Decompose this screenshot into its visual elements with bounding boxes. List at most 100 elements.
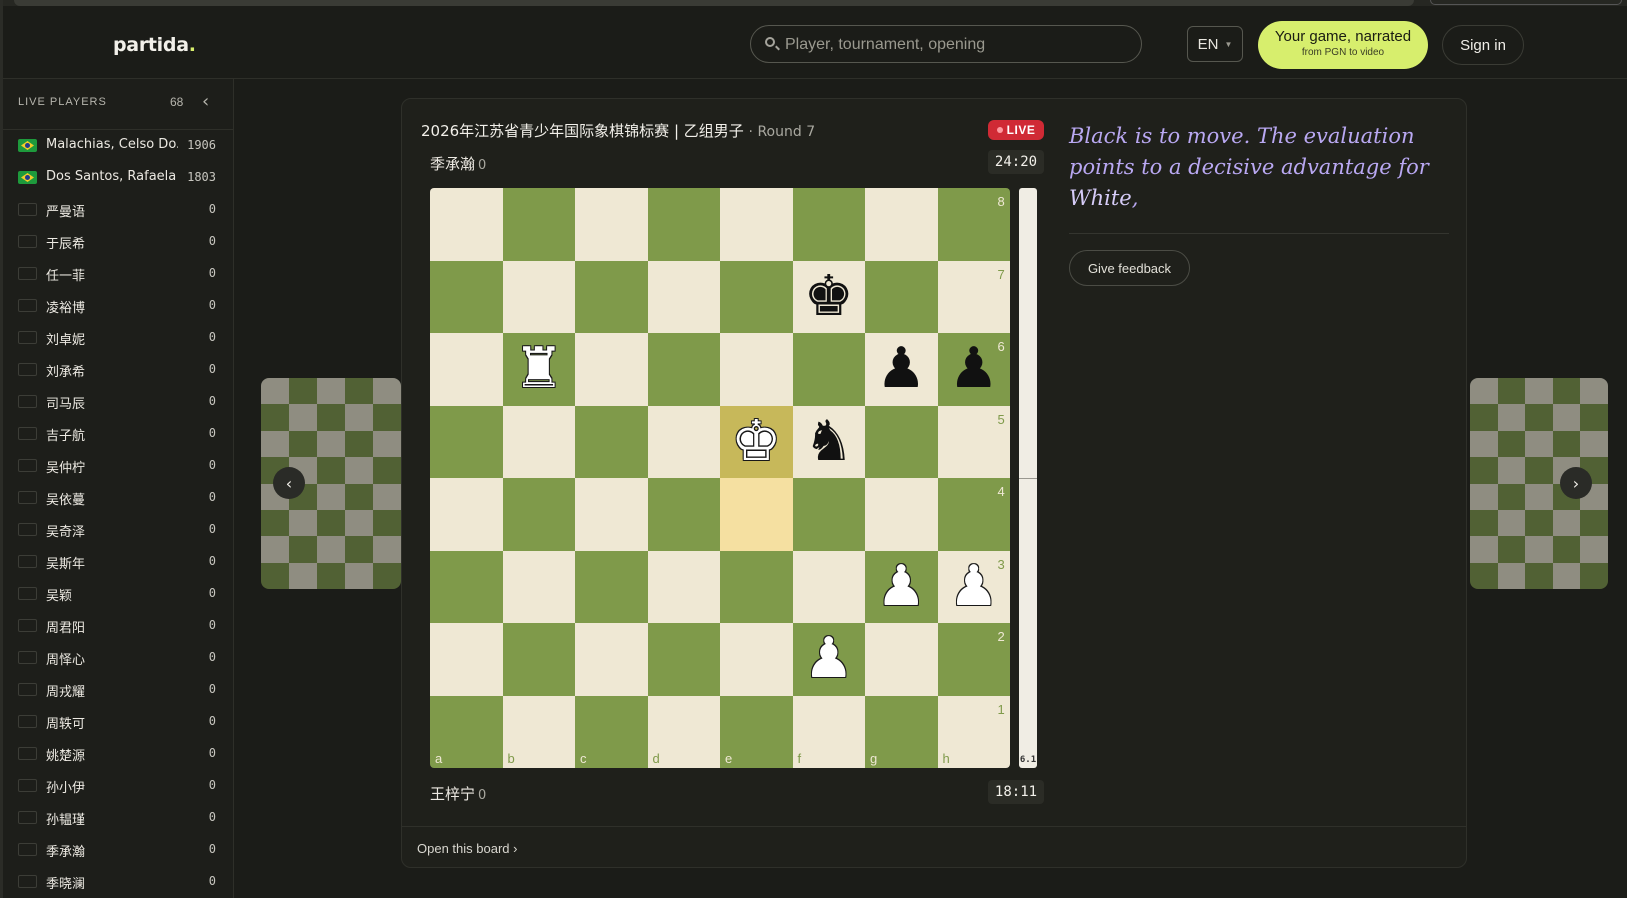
- previous-board-button[interactable]: ‹: [273, 467, 305, 499]
- board-square[interactable]: [575, 478, 648, 551]
- player-list-item[interactable]: Malachias, Celso Do... 1906: [3, 130, 233, 162]
- board-square[interactable]: [502, 550, 575, 623]
- narrate-button[interactable]: Your game, narrated from PGN to video: [1258, 21, 1428, 69]
- white-pawn-icon[interactable]: ♟: [938, 551, 1011, 624]
- board-square[interactable]: [647, 478, 720, 551]
- board-square[interactable]: [865, 623, 938, 696]
- board-square[interactable]: [430, 405, 503, 478]
- board-square[interactable]: [575, 333, 648, 406]
- board-square[interactable]: [502, 188, 575, 261]
- player-list-item[interactable]: 司马辰 0: [3, 386, 233, 418]
- board-square[interactable]: [575, 623, 648, 696]
- player-list-item[interactable]: 刘卓妮 0: [3, 322, 233, 354]
- player-list-item[interactable]: 任一菲 0: [3, 258, 233, 290]
- language-select[interactable]: EN ▼: [1187, 26, 1243, 62]
- board-square[interactable]: [502, 478, 575, 551]
- top-player[interactable]: 季承瀚 0: [430, 153, 486, 174]
- board-square[interactable]: [792, 550, 865, 623]
- chess-board[interactable]: 87654321abcdefgh♚♜♟♟♚♞♟♟♟🔇: [430, 188, 1010, 768]
- player-list-item[interactable]: 周戎耀 0: [3, 674, 233, 706]
- board-square[interactable]: [575, 550, 648, 623]
- player-list-item[interactable]: 吉子航 0: [3, 418, 233, 450]
- open-board-link[interactable]: Open this board ›: [417, 841, 517, 856]
- board-square[interactable]: [575, 188, 648, 261]
- bottom-player[interactable]: 王梓宁 0: [430, 783, 486, 804]
- board-square[interactable]: [720, 550, 793, 623]
- black-king-icon[interactable]: ♚: [793, 261, 866, 334]
- board-square[interactable]: [720, 478, 793, 551]
- player-list-item[interactable]: Dos Santos, Rafaela ... 1803: [3, 162, 233, 194]
- player-list-item[interactable]: 季承瀚 0: [3, 834, 233, 866]
- board-square[interactable]: [647, 333, 720, 406]
- player-list-item[interactable]: 刘承希 0: [3, 354, 233, 386]
- board-square[interactable]: [720, 260, 793, 333]
- white-king-icon[interactable]: ♚: [720, 406, 793, 479]
- site-header: partida. EN▼ Your game, narrated from PG…: [3, 6, 1627, 79]
- board-square[interactable]: [430, 623, 503, 696]
- board-square[interactable]: [720, 188, 793, 261]
- board-square[interactable]: [865, 188, 938, 261]
- next-board-button[interactable]: ›: [1560, 467, 1592, 499]
- player-list-item[interactable]: 于辰希 0: [3, 226, 233, 258]
- board-square[interactable]: [792, 333, 865, 406]
- board-square[interactable]: [502, 405, 575, 478]
- event-title[interactable]: 2026年江苏省青少年国际象棋锦标赛 | 乙组男子 · Round 7: [421, 120, 815, 141]
- white-pawn-icon[interactable]: ♟: [865, 551, 938, 624]
- player-list-item[interactable]: 吴奇泽 0: [3, 514, 233, 546]
- white-rook-icon[interactable]: ♜: [503, 333, 576, 406]
- board-square[interactable]: [647, 550, 720, 623]
- board-square[interactable]: [430, 260, 503, 333]
- give-feedback-button[interactable]: Give feedback: [1069, 250, 1190, 286]
- black-pawn-icon[interactable]: ♟: [938, 333, 1011, 406]
- preview-square: [373, 378, 401, 405]
- sign-in-button[interactable]: Sign in: [1442, 25, 1524, 65]
- board-square[interactable]: [430, 188, 503, 261]
- board-square[interactable]: [575, 405, 648, 478]
- player-list-item[interactable]: 严曼语 0: [3, 194, 233, 226]
- black-knight-icon[interactable]: ♞: [793, 406, 866, 479]
- player-rating: 0: [208, 298, 216, 312]
- player-list-item[interactable]: 姚楚源 0: [3, 738, 233, 770]
- board-square[interactable]: [865, 405, 938, 478]
- search-box[interactable]: [750, 25, 1142, 64]
- board-square[interactable]: [647, 188, 720, 261]
- player-list-item[interactable]: 孙韫瑾 0: [3, 802, 233, 834]
- board-square[interactable]: [647, 405, 720, 478]
- board-square[interactable]: [647, 623, 720, 696]
- board-square[interactable]: [865, 478, 938, 551]
- top-player-score: 0: [478, 158, 487, 173]
- board-square[interactable]: [720, 623, 793, 696]
- player-list-item[interactable]: 吴斯年 0: [3, 546, 233, 578]
- player-list-item[interactable]: 周怿心 0: [3, 642, 233, 674]
- player-list-item[interactable]: 凌裕博 0: [3, 290, 233, 322]
- player-name: 司马辰: [46, 397, 86, 412]
- collapse-icon[interactable]: ‹: [202, 91, 209, 112]
- board-square[interactable]: [430, 550, 503, 623]
- player-list-item[interactable]: 季晓澜 0: [3, 866, 233, 898]
- black-pawn-icon[interactable]: ♟: [865, 333, 938, 406]
- board-square[interactable]: [720, 333, 793, 406]
- board-square[interactable]: [792, 478, 865, 551]
- rank-label: 8: [997, 194, 1005, 209]
- board-square[interactable]: [502, 260, 575, 333]
- site-logo[interactable]: partida.: [113, 34, 196, 56]
- player-list-item[interactable]: 周君阳 0: [3, 610, 233, 642]
- board-square[interactable]: [430, 478, 503, 551]
- player-list-item[interactable]: 吴颖 0: [3, 578, 233, 610]
- board-square[interactable]: [502, 623, 575, 696]
- board-square[interactable]: [792, 188, 865, 261]
- player-list-item[interactable]: 吴仲柠 0: [3, 450, 233, 482]
- search-input[interactable]: [783, 26, 1127, 64]
- player-list-item[interactable]: 周轶可 0: [3, 706, 233, 738]
- board-square[interactable]: [865, 260, 938, 333]
- board-square[interactable]: [792, 695, 865, 768]
- white-pawn-icon[interactable]: ♟: [793, 623, 866, 696]
- board-square[interactable]: [430, 333, 503, 406]
- board-square[interactable]: [575, 260, 648, 333]
- preview-square: [1497, 509, 1526, 537]
- preview-square: [373, 404, 401, 431]
- board-square[interactable]: [647, 260, 720, 333]
- player-list-item[interactable]: 孙小伊 0: [3, 770, 233, 802]
- player-rating: 0: [208, 714, 216, 728]
- player-list-item[interactable]: 吴依蔓 0: [3, 482, 233, 514]
